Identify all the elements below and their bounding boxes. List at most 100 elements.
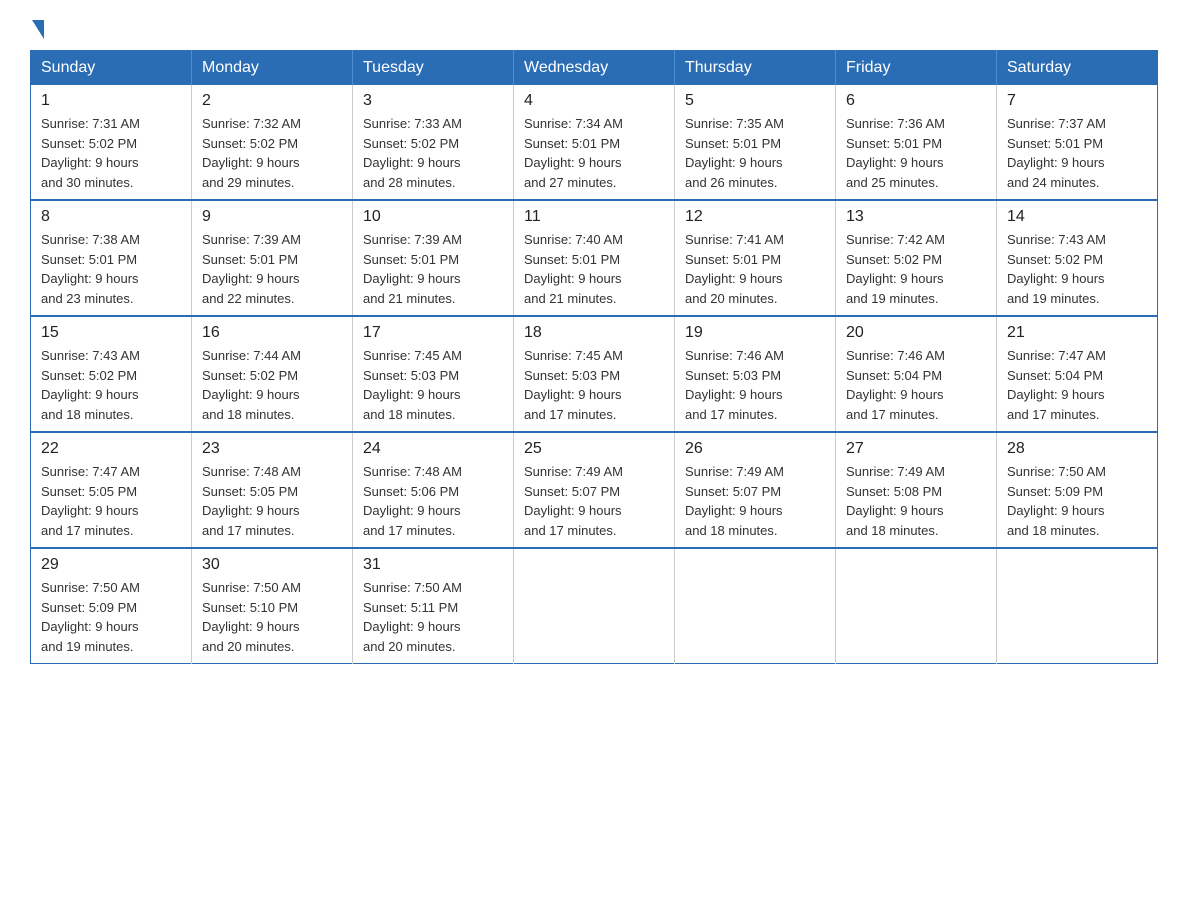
day-cell: 27 Sunrise: 7:49 AMSunset: 5:08 PMDaylig… <box>836 432 997 548</box>
day-info: Sunrise: 7:48 AMSunset: 5:06 PMDaylight:… <box>363 464 462 538</box>
day-info: Sunrise: 7:49 AMSunset: 5:07 PMDaylight:… <box>685 464 784 538</box>
day-info: Sunrise: 7:45 AMSunset: 5:03 PMDaylight:… <box>363 348 462 422</box>
day-info: Sunrise: 7:43 AMSunset: 5:02 PMDaylight:… <box>41 348 140 422</box>
day-number: 29 <box>41 556 181 574</box>
day-header-saturday: Saturday <box>997 51 1158 86</box>
day-info: Sunrise: 7:49 AMSunset: 5:08 PMDaylight:… <box>846 464 945 538</box>
day-cell: 17 Sunrise: 7:45 AMSunset: 5:03 PMDaylig… <box>353 316 514 432</box>
day-number: 12 <box>685 208 825 226</box>
day-info: Sunrise: 7:47 AMSunset: 5:04 PMDaylight:… <box>1007 348 1106 422</box>
day-headers-row: SundayMondayTuesdayWednesdayThursdayFrid… <box>31 51 1158 86</box>
day-cell: 21 Sunrise: 7:47 AMSunset: 5:04 PMDaylig… <box>997 316 1158 432</box>
calendar-table: SundayMondayTuesdayWednesdayThursdayFrid… <box>30 50 1158 664</box>
day-number: 16 <box>202 324 342 342</box>
day-cell: 10 Sunrise: 7:39 AMSunset: 5:01 PMDaylig… <box>353 200 514 316</box>
day-number: 21 <box>1007 324 1147 342</box>
day-number: 7 <box>1007 92 1147 110</box>
day-number: 23 <box>202 440 342 458</box>
day-info: Sunrise: 7:46 AMSunset: 5:03 PMDaylight:… <box>685 348 784 422</box>
day-number: 14 <box>1007 208 1147 226</box>
week-row-1: 1 Sunrise: 7:31 AMSunset: 5:02 PMDayligh… <box>31 85 1158 200</box>
day-cell: 22 Sunrise: 7:47 AMSunset: 5:05 PMDaylig… <box>31 432 192 548</box>
day-info: Sunrise: 7:32 AMSunset: 5:02 PMDaylight:… <box>202 116 301 190</box>
day-info: Sunrise: 7:48 AMSunset: 5:05 PMDaylight:… <box>202 464 301 538</box>
day-info: Sunrise: 7:50 AMSunset: 5:09 PMDaylight:… <box>1007 464 1106 538</box>
page-header <box>30 20 1158 32</box>
day-cell: 2 Sunrise: 7:32 AMSunset: 5:02 PMDayligh… <box>192 85 353 200</box>
day-info: Sunrise: 7:46 AMSunset: 5:04 PMDaylight:… <box>846 348 945 422</box>
day-number: 10 <box>363 208 503 226</box>
day-cell: 6 Sunrise: 7:36 AMSunset: 5:01 PMDayligh… <box>836 85 997 200</box>
day-cell: 7 Sunrise: 7:37 AMSunset: 5:01 PMDayligh… <box>997 85 1158 200</box>
day-cell: 8 Sunrise: 7:38 AMSunset: 5:01 PMDayligh… <box>31 200 192 316</box>
day-number: 28 <box>1007 440 1147 458</box>
day-number: 15 <box>41 324 181 342</box>
day-cell: 9 Sunrise: 7:39 AMSunset: 5:01 PMDayligh… <box>192 200 353 316</box>
day-cell <box>675 548 836 664</box>
day-info: Sunrise: 7:35 AMSunset: 5:01 PMDaylight:… <box>685 116 784 190</box>
day-number: 8 <box>41 208 181 226</box>
logo <box>30 20 44 32</box>
day-header-monday: Monday <box>192 51 353 86</box>
day-header-sunday: Sunday <box>31 51 192 86</box>
day-number: 27 <box>846 440 986 458</box>
day-number: 6 <box>846 92 986 110</box>
day-info: Sunrise: 7:38 AMSunset: 5:01 PMDaylight:… <box>41 232 140 306</box>
day-cell: 14 Sunrise: 7:43 AMSunset: 5:02 PMDaylig… <box>997 200 1158 316</box>
day-number: 11 <box>524 208 664 226</box>
day-info: Sunrise: 7:36 AMSunset: 5:01 PMDaylight:… <box>846 116 945 190</box>
day-number: 17 <box>363 324 503 342</box>
day-cell: 28 Sunrise: 7:50 AMSunset: 5:09 PMDaylig… <box>997 432 1158 548</box>
day-cell: 15 Sunrise: 7:43 AMSunset: 5:02 PMDaylig… <box>31 316 192 432</box>
day-info: Sunrise: 7:37 AMSunset: 5:01 PMDaylight:… <box>1007 116 1106 190</box>
day-number: 24 <box>363 440 503 458</box>
day-cell: 26 Sunrise: 7:49 AMSunset: 5:07 PMDaylig… <box>675 432 836 548</box>
day-info: Sunrise: 7:40 AMSunset: 5:01 PMDaylight:… <box>524 232 623 306</box>
day-number: 4 <box>524 92 664 110</box>
day-header-wednesday: Wednesday <box>514 51 675 86</box>
day-header-thursday: Thursday <box>675 51 836 86</box>
day-cell <box>514 548 675 664</box>
day-number: 30 <box>202 556 342 574</box>
day-cell: 31 Sunrise: 7:50 AMSunset: 5:11 PMDaylig… <box>353 548 514 664</box>
day-cell: 25 Sunrise: 7:49 AMSunset: 5:07 PMDaylig… <box>514 432 675 548</box>
day-number: 18 <box>524 324 664 342</box>
day-info: Sunrise: 7:50 AMSunset: 5:10 PMDaylight:… <box>202 580 301 654</box>
day-info: Sunrise: 7:50 AMSunset: 5:11 PMDaylight:… <box>363 580 462 654</box>
week-row-3: 15 Sunrise: 7:43 AMSunset: 5:02 PMDaylig… <box>31 316 1158 432</box>
day-cell: 3 Sunrise: 7:33 AMSunset: 5:02 PMDayligh… <box>353 85 514 200</box>
week-row-4: 22 Sunrise: 7:47 AMSunset: 5:05 PMDaylig… <box>31 432 1158 548</box>
day-info: Sunrise: 7:39 AMSunset: 5:01 PMDaylight:… <box>202 232 301 306</box>
day-number: 2 <box>202 92 342 110</box>
day-cell: 11 Sunrise: 7:40 AMSunset: 5:01 PMDaylig… <box>514 200 675 316</box>
week-row-5: 29 Sunrise: 7:50 AMSunset: 5:09 PMDaylig… <box>31 548 1158 664</box>
day-info: Sunrise: 7:42 AMSunset: 5:02 PMDaylight:… <box>846 232 945 306</box>
day-cell: 19 Sunrise: 7:46 AMSunset: 5:03 PMDaylig… <box>675 316 836 432</box>
day-cell: 20 Sunrise: 7:46 AMSunset: 5:04 PMDaylig… <box>836 316 997 432</box>
day-number: 31 <box>363 556 503 574</box>
day-cell: 18 Sunrise: 7:45 AMSunset: 5:03 PMDaylig… <box>514 316 675 432</box>
day-cell: 16 Sunrise: 7:44 AMSunset: 5:02 PMDaylig… <box>192 316 353 432</box>
day-cell <box>997 548 1158 664</box>
day-cell: 23 Sunrise: 7:48 AMSunset: 5:05 PMDaylig… <box>192 432 353 548</box>
day-info: Sunrise: 7:34 AMSunset: 5:01 PMDaylight:… <box>524 116 623 190</box>
logo-triangle-icon <box>32 20 44 39</box>
day-info: Sunrise: 7:44 AMSunset: 5:02 PMDaylight:… <box>202 348 301 422</box>
day-number: 20 <box>846 324 986 342</box>
day-header-friday: Friday <box>836 51 997 86</box>
day-cell: 29 Sunrise: 7:50 AMSunset: 5:09 PMDaylig… <box>31 548 192 664</box>
day-cell: 1 Sunrise: 7:31 AMSunset: 5:02 PMDayligh… <box>31 85 192 200</box>
day-cell: 4 Sunrise: 7:34 AMSunset: 5:01 PMDayligh… <box>514 85 675 200</box>
week-row-2: 8 Sunrise: 7:38 AMSunset: 5:01 PMDayligh… <box>31 200 1158 316</box>
day-number: 26 <box>685 440 825 458</box>
day-cell: 24 Sunrise: 7:48 AMSunset: 5:06 PMDaylig… <box>353 432 514 548</box>
day-cell: 13 Sunrise: 7:42 AMSunset: 5:02 PMDaylig… <box>836 200 997 316</box>
day-number: 13 <box>846 208 986 226</box>
day-number: 9 <box>202 208 342 226</box>
day-number: 22 <box>41 440 181 458</box>
day-header-tuesday: Tuesday <box>353 51 514 86</box>
day-cell: 5 Sunrise: 7:35 AMSunset: 5:01 PMDayligh… <box>675 85 836 200</box>
day-info: Sunrise: 7:33 AMSunset: 5:02 PMDaylight:… <box>363 116 462 190</box>
day-number: 5 <box>685 92 825 110</box>
day-info: Sunrise: 7:49 AMSunset: 5:07 PMDaylight:… <box>524 464 623 538</box>
